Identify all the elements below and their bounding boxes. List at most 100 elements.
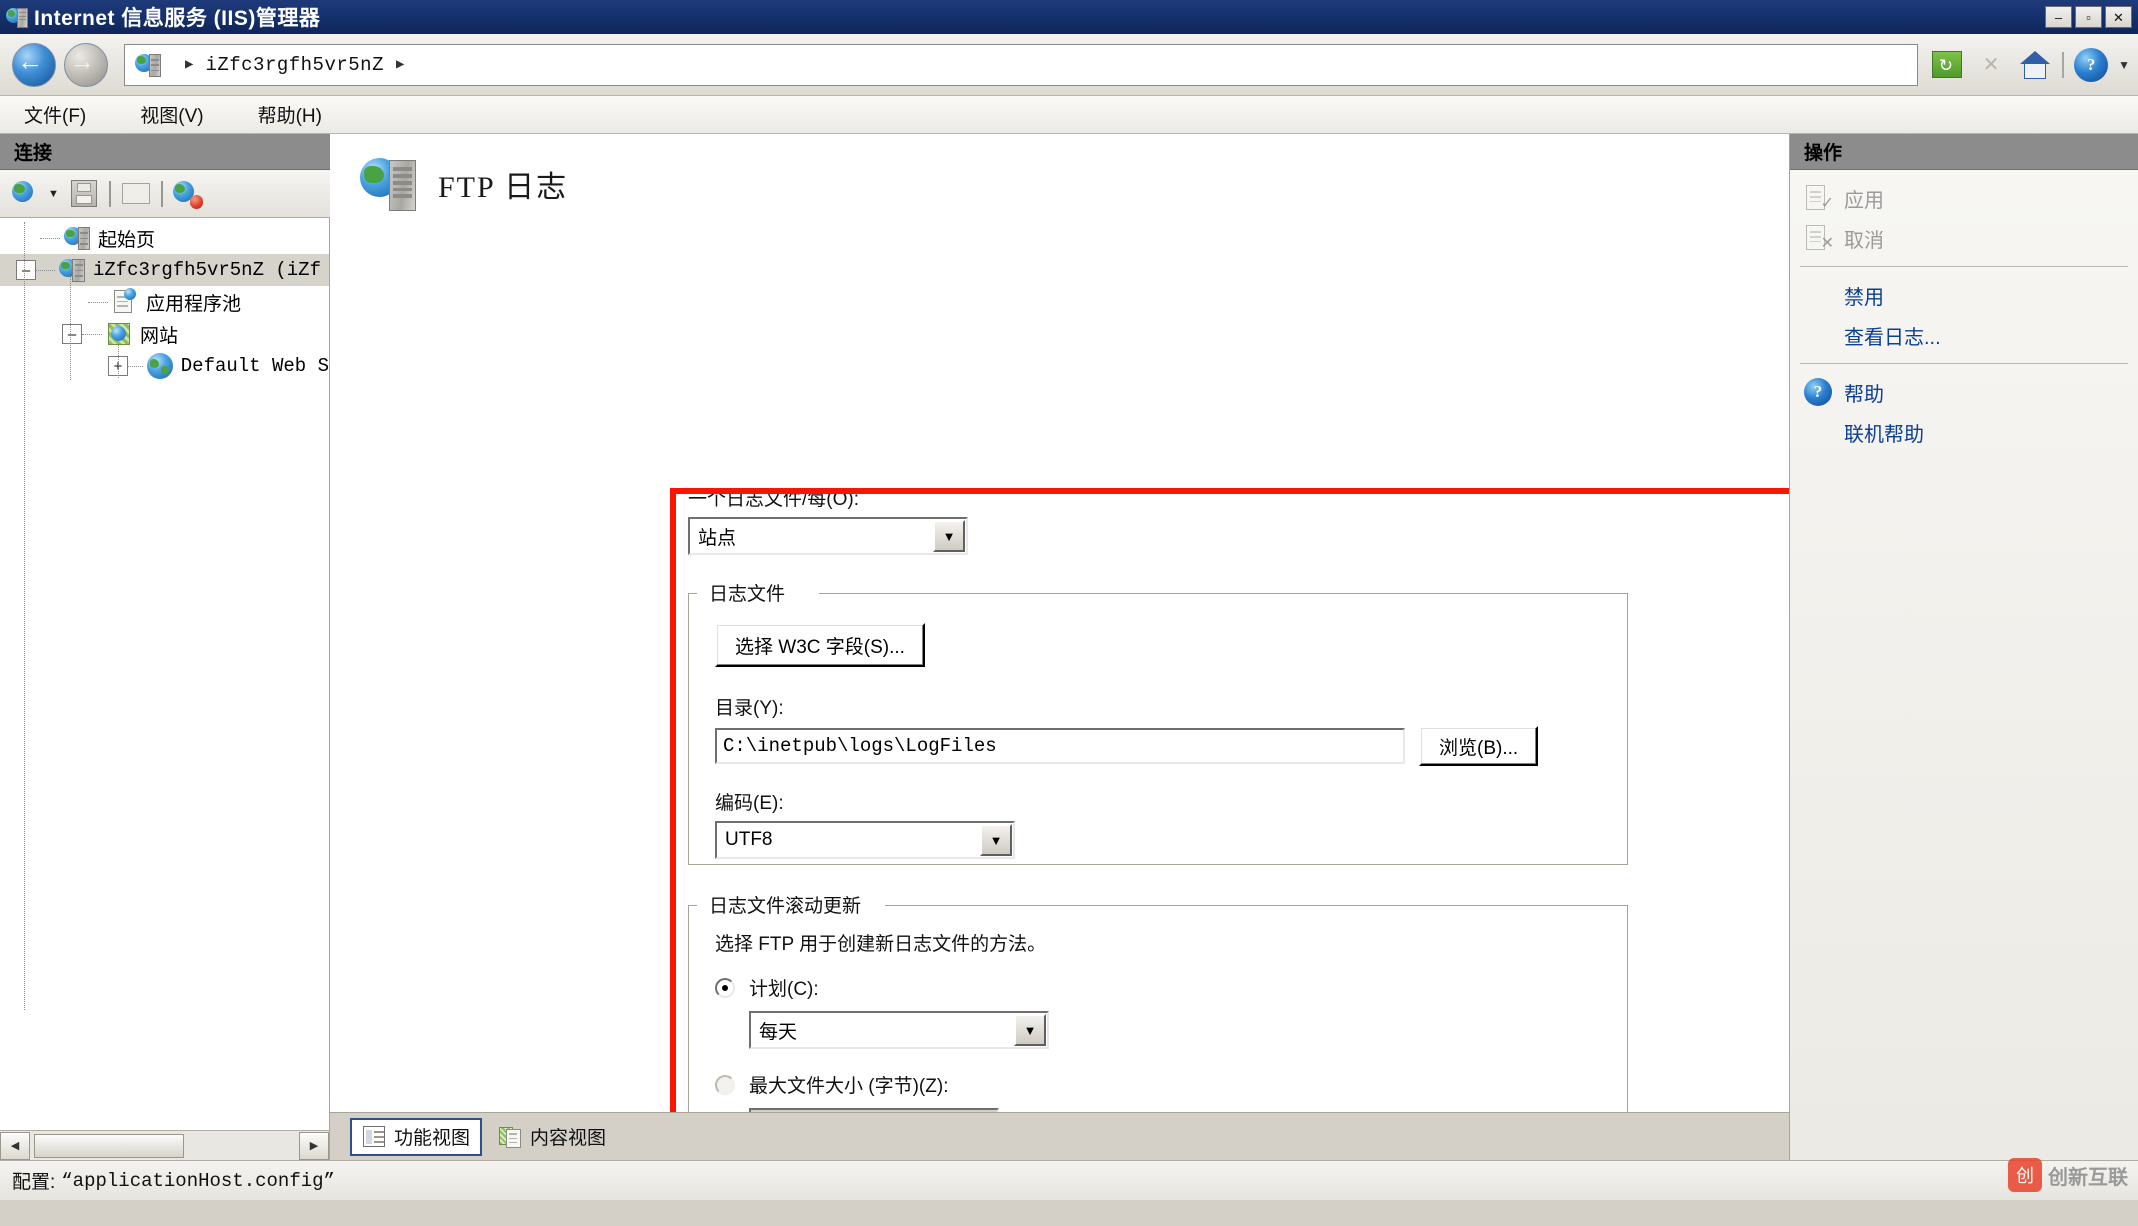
collapse-toggle[interactable]: – [16,260,36,280]
tree-item-app-pools[interactable]: 应用程序池 [0,286,329,318]
connections-tree[interactable]: 起始页 – iZfc3rgfh5vr5nZ (iZf 应用程序池 – 网站 + … [0,218,330,1130]
app-pools-icon [112,287,138,315]
scroll-left-button[interactable]: ◀ [0,1131,30,1160]
tree-item-default-web-site[interactable]: + Default Web S [0,350,329,382]
chevron-down-icon[interactable]: ▼ [48,188,59,200]
log-file-group: 日志文件 选择 W3C 字段(S)... 目录(Y): C:\inetpub\l… [688,579,1628,865]
actions-divider [1800,266,2128,267]
connections-header: 连接 [0,134,330,170]
refresh-icon[interactable]: ↻ [1930,48,1964,82]
start-page-icon [64,225,90,251]
action-apply: ✓ 应用 [1790,178,2138,218]
watermark: 创 创新互联 [2008,1158,2128,1192]
address-bar: ← → ▶ iZfc3rgfh5vr5nZ ▶ ↻ ✕ ? ▼ [0,34,2138,96]
menu-item-help[interactable]: 帮助(H) [252,98,328,131]
rollover-group-title: 日志文件滚动更新 [703,891,868,918]
tree-item-label: 网站 [140,325,179,347]
ftp-logging-form: 一个日志文件/每(O): 站点 ▼ 日志文件 选择 W3C 字段(S)... 目… [688,484,1789,1112]
disconnect-icon[interactable] [172,179,204,209]
toolbar-divider [108,180,111,207]
action-cancel: ✕ 取消 [1790,218,2138,258]
title-bar: Internet 信息服务 (IIS)管理器 – ▫ ✕ [0,0,2138,34]
select-w3c-fields-button[interactable]: 选择 W3C 字段(S)... [715,623,925,667]
home-icon[interactable] [2018,48,2052,82]
ftp-server-icon [360,156,416,212]
action-label: 应用 [1844,189,1884,212]
select-value: UTF8 [725,829,773,850]
schedule-label: 计划(C): [749,979,819,1000]
maxsize-radio-row[interactable]: 最大文件大小 (字节)(Z): [715,1071,1601,1098]
watermark-text: 创新互联 [2048,1166,2128,1189]
blank-icon [1804,321,1832,349]
tab-label: 内容视图 [530,1128,607,1149]
status-bar: 配置: “applicationHost.config” [0,1160,2138,1200]
browse-button[interactable]: 浏览(B)... [1419,726,1539,766]
collapse-toggle[interactable]: – [62,324,82,344]
one-log-file-per-select[interactable]: 站点 ▼ [688,517,968,555]
menu-item-view[interactable]: 视图(V) [134,98,209,131]
action-disable[interactable]: 禁用 [1790,275,2138,315]
iis-server-icon [135,52,161,78]
back-button[interactable]: ← [8,39,60,91]
blank-icon [1804,281,1832,309]
tree-item-start-page[interactable]: 起始页 [0,222,329,254]
one-log-file-per-label: 一个日志文件/每(O): [688,489,859,510]
chevron-down-icon[interactable]: ▼ [933,520,965,552]
chevron-down-icon[interactable]: ▼ [2118,58,2130,72]
chevron-down-icon[interactable]: ▼ [980,824,1012,856]
tree-item-server[interactable]: – iZfc3rgfh5vr5nZ (iZf [0,254,329,286]
menu-item-file[interactable]: 文件(F) [18,98,92,131]
server-icon [58,257,85,283]
maxsize-radio[interactable] [715,1074,735,1095]
window-controls: – ▫ ✕ [2045,6,2132,28]
maximize-button[interactable]: ▫ [2075,6,2102,28]
toolbar-divider [2062,51,2065,78]
scroll-right-button[interactable]: ▶ [299,1131,329,1160]
minimize-button[interactable]: – [2045,6,2072,28]
blank-icon [1804,418,1832,446]
tree-item-sites[interactable]: – 网站 [0,318,329,350]
breadcrumb[interactable]: ▶ iZfc3rgfh5vr5nZ ▶ [124,43,1919,86]
stop-icon: ✕ [1982,54,2000,76]
scrollbar-thumb[interactable] [34,1133,184,1158]
action-label[interactable]: 禁用 [1844,281,1884,310]
tree-horizontal-scrollbar[interactable]: ◀ ▶ [0,1130,330,1160]
action-help[interactable]: ? 帮助 [1790,372,2138,412]
page-title: FTP 日志 [438,171,569,204]
tab-content-view[interactable]: 内容视图 [488,1118,616,1156]
content-pane: FTP 日志 一个日志文件/每(O): 站点 ▼ 日志文件 选择 W3C 字段(… [330,134,1790,1160]
content-scroll-area: 一个日志文件/每(O): 站点 ▼ 日志文件 选择 W3C 字段(S)... 目… [330,226,1789,1112]
website-icon [146,353,173,379]
action-label: 取消 [1844,229,1884,252]
directory-label: 目录(Y): [715,698,784,719]
action-online-help[interactable]: 联机帮助 [1790,412,2138,452]
breadcrumb-server[interactable]: iZfc3rgfh5vr5nZ [205,54,384,76]
action-view-logs[interactable]: 查看日志... [1790,315,2138,355]
forward-button[interactable]: → [60,39,112,91]
schedule-radio-row[interactable]: 计划(C): [715,974,1601,1001]
view-tabs: 功能视图 内容视图 [330,1112,1789,1160]
connect-to-icon[interactable] [12,179,42,209]
tree-item-label: 起始页 [98,229,156,251]
one-log-file-per-field: 一个日志文件/每(O): 站点 ▼ [688,484,968,555]
chevron-down-icon[interactable]: ▼ [1014,1014,1046,1046]
log-file-group-title: 日志文件 [703,579,792,606]
schedule-select[interactable]: 每天 ▼ [749,1011,1049,1049]
status-prefix: 配置: [12,1172,56,1193]
connections-pane: 连接 ▼ 起始页 – iZfc3rgfh5vr5nZ (iZf 应用程序池 – … [0,134,330,1160]
encoding-select[interactable]: UTF8 ▼ [715,821,1015,859]
tree-item-label: iZfc3rgfh5vr5nZ (iZf [92,259,321,281]
window-title: Internet 信息服务 (IIS)管理器 [34,7,321,30]
breadcrumb-separator: ▶ [185,57,194,73]
help-icon[interactable]: ? [2074,47,2109,82]
action-label[interactable]: 查看日志... [1844,321,1941,350]
close-button[interactable]: ✕ [2105,6,2132,28]
save-connections-icon[interactable] [69,179,99,209]
tab-features-view[interactable]: 功能视图 [350,1117,483,1156]
watermark-badge: 创 [2008,1158,2042,1192]
schedule-radio[interactable] [715,977,735,998]
directory-input[interactable]: C:\inetpub\logs\LogFiles [715,728,1405,764]
action-label[interactable]: 联机帮助 [1844,418,1924,447]
breadcrumb-separator-trailing: ▶ [395,57,405,73]
action-label[interactable]: 帮助 [1844,378,1884,407]
